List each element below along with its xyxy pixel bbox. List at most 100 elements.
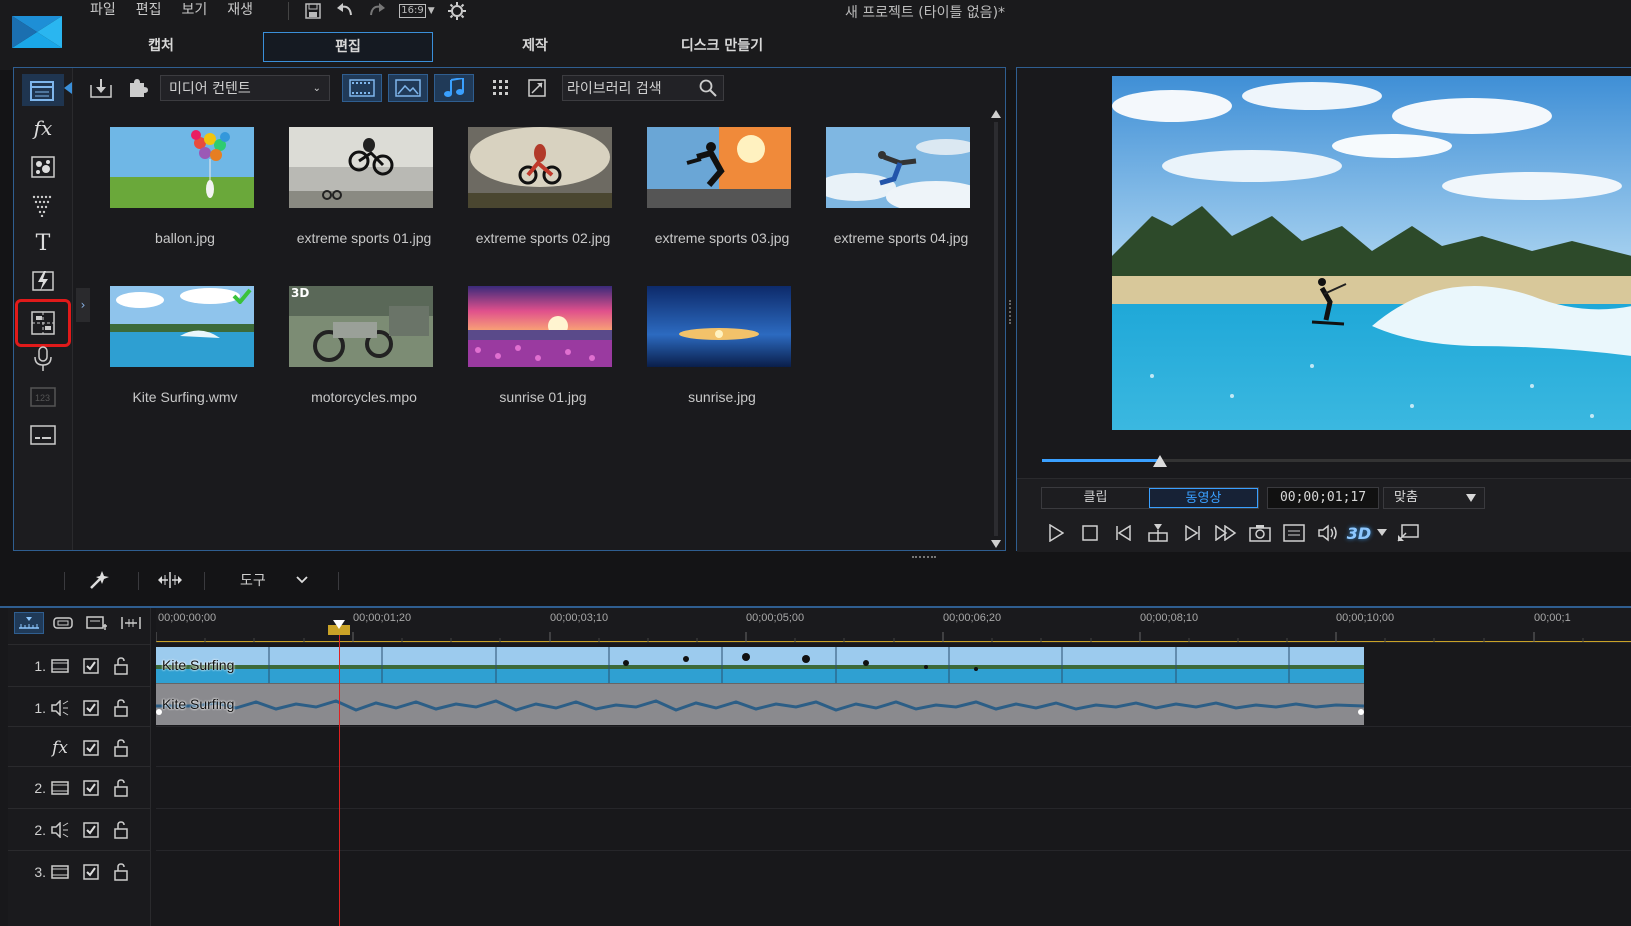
timeline-ruler[interactable]: 00;00;00;00 00;00;01;20 00;00;03;10 00;0… xyxy=(156,608,1631,642)
next-frame-icon[interactable] xyxy=(1175,519,1209,547)
track-enable-checkbox[interactable] xyxy=(76,820,106,840)
previous-frame-icon[interactable] xyxy=(1107,519,1141,547)
playhead-marker[interactable] xyxy=(328,620,350,636)
media-item[interactable]: extreme sports 04.jpg xyxy=(816,127,976,247)
menu-playback[interactable]: 재생 xyxy=(217,0,263,22)
split-clip-icon[interactable] xyxy=(1141,519,1175,547)
aspect-ratio-selector[interactable]: 16:9 ▼ xyxy=(397,1,437,21)
media-item[interactable]: Kite Surfing.wmv xyxy=(100,286,260,406)
import-media-icon[interactable] xyxy=(86,74,116,102)
video-track-1[interactable]: Kite Surfing Kite Surfing xyxy=(156,642,1631,725)
track-lock-icon[interactable] xyxy=(106,862,136,882)
filter-video-button[interactable] xyxy=(342,74,382,102)
tab-create-disc[interactable]: 디스크 만들기 xyxy=(637,32,807,62)
track-lock-icon[interactable] xyxy=(106,698,136,718)
clip-mode-button[interactable]: 클립 xyxy=(1042,488,1149,508)
video-track-2[interactable] xyxy=(156,766,1631,808)
track-enable-checkbox[interactable] xyxy=(76,738,106,758)
magic-tools-icon[interactable] xyxy=(86,566,112,594)
tab-produce[interactable]: 제작 xyxy=(450,32,620,62)
track-enable-checkbox[interactable] xyxy=(76,656,106,676)
fit-timeline-icon[interactable] xyxy=(156,566,184,594)
tools-dropdown[interactable]: 도구 xyxy=(240,566,336,594)
menu-view[interactable]: 보기 xyxy=(172,0,218,22)
play-icon[interactable] xyxy=(1039,519,1073,547)
ruler-label: 00;00;08;10 xyxy=(1140,612,1199,624)
track-lock-icon[interactable] xyxy=(106,656,136,676)
track-enable-checkbox[interactable] xyxy=(76,862,106,882)
fx-track[interactable] xyxy=(156,726,1631,766)
timecode-field[interactable]: 00;00;01;17 xyxy=(1267,487,1379,509)
menu-edit[interactable]: 편집 xyxy=(126,0,172,22)
media-item[interactable]: sunrise 01.jpg xyxy=(458,286,618,406)
audio-clip[interactable]: Kite Surfing xyxy=(156,683,1364,725)
chapter-room-icon[interactable] xyxy=(15,299,71,347)
search-icon[interactable] xyxy=(699,79,717,97)
settings-gear-icon[interactable] xyxy=(445,1,469,21)
voice-record-icon[interactable] xyxy=(22,343,64,375)
plugin-puzzle-icon[interactable] xyxy=(122,74,152,102)
transition-room-icon[interactable] xyxy=(22,265,64,297)
media-item[interactable]: sunrise.jpg xyxy=(637,286,797,406)
media-item[interactable]: extreme sports 03.jpg xyxy=(637,127,797,247)
audio-waveform xyxy=(156,699,1364,715)
add-track-icon[interactable] xyxy=(82,612,112,634)
subtitle-toggle-icon[interactable] xyxy=(1277,519,1311,547)
fast-forward-icon[interactable] xyxy=(1209,519,1243,547)
video-track-3[interactable] xyxy=(156,850,1631,892)
tab-capture[interactable]: 캡처 xyxy=(76,32,246,62)
pip-room-icon[interactable] xyxy=(22,189,64,221)
track-lock-icon[interactable] xyxy=(106,778,136,798)
save-icon[interactable] xyxy=(301,1,325,21)
tools-label: 도구 xyxy=(240,573,266,589)
media-room-icon[interactable] xyxy=(22,74,64,106)
library-scrollbar[interactable] xyxy=(991,110,1001,548)
track-enable-checkbox[interactable] xyxy=(76,698,106,718)
timeline-panel: 1. 1. fx 2. 2. 3. 00;00;00;00 00;00;01;2… xyxy=(0,606,1631,926)
media-item[interactable]: 3D motorcycles.mpo xyxy=(279,286,439,406)
media-item[interactable]: extreme sports 02.jpg xyxy=(458,127,618,247)
panel-splitter-vertical[interactable] xyxy=(1009,300,1013,324)
track-lock-icon[interactable] xyxy=(106,738,136,758)
3d-mode-icon[interactable]: 3D xyxy=(1345,519,1373,547)
clip-movie-switch: 클립 동영상 xyxy=(1041,487,1259,509)
undock-preview-icon[interactable] xyxy=(1391,519,1425,547)
library-toolbar: 미디어 컨텐트 ⌄ 라이브러리 검색 xyxy=(74,68,1005,108)
track-enable-checkbox[interactable] xyxy=(76,778,106,798)
snapshot-camera-icon[interactable] xyxy=(1243,519,1277,547)
zoom-fit-dropdown[interactable]: 맞춤 xyxy=(1383,487,1485,509)
media-item[interactable]: extreme sports 01.jpg xyxy=(279,127,439,247)
audio-track-2[interactable] xyxy=(156,808,1631,850)
volume-icon[interactable] xyxy=(1311,519,1345,547)
redo-icon[interactable] xyxy=(365,1,389,21)
video-clip[interactable]: Kite Surfing xyxy=(156,647,1364,683)
media-item-label: Kite Surfing.wmv xyxy=(132,389,238,405)
filter-image-button[interactable] xyxy=(388,74,428,102)
stop-icon[interactable] xyxy=(1073,519,1107,547)
undo-icon[interactable] xyxy=(333,1,357,21)
preview-scrub-handle[interactable] xyxy=(1153,455,1167,467)
playhead-line[interactable] xyxy=(339,622,340,926)
fx-room-icon[interactable]: fx xyxy=(22,112,64,144)
particle-room-icon[interactable] xyxy=(22,151,64,183)
media-item[interactable]: ballon.jpg xyxy=(100,127,260,247)
track-lock-icon[interactable] xyxy=(106,820,136,840)
library-search-input[interactable]: 라이브러리 검색 xyxy=(562,75,724,101)
movie-mode-button[interactable]: 동영상 xyxy=(1149,488,1258,508)
timeline-view-icon[interactable] xyxy=(14,612,44,634)
subtitle-room-icon[interactable] xyxy=(22,419,64,451)
maximize-library-icon[interactable] xyxy=(522,74,552,102)
title-room-icon[interactable]: T xyxy=(22,227,64,259)
storyboard-view-icon[interactable] xyxy=(48,612,78,634)
3d-dropdown-caret-icon[interactable] xyxy=(1373,519,1391,547)
track-number: 2. xyxy=(34,779,46,796)
ruler-label: 00;00;01;20 xyxy=(353,612,412,624)
expand-sidebar-button[interactable]: › xyxy=(76,288,90,322)
media-content-dropdown[interactable]: 미디어 컨텐트 ⌄ xyxy=(160,75,330,101)
tab-edit[interactable]: 편집 xyxy=(263,32,433,62)
track-height-icon[interactable] xyxy=(116,612,146,634)
grid-view-icon[interactable] xyxy=(486,74,516,102)
menu-file[interactable]: 파일 xyxy=(80,0,126,22)
filter-audio-button[interactable] xyxy=(434,74,474,102)
preview-scrub-track[interactable] xyxy=(1042,459,1631,462)
